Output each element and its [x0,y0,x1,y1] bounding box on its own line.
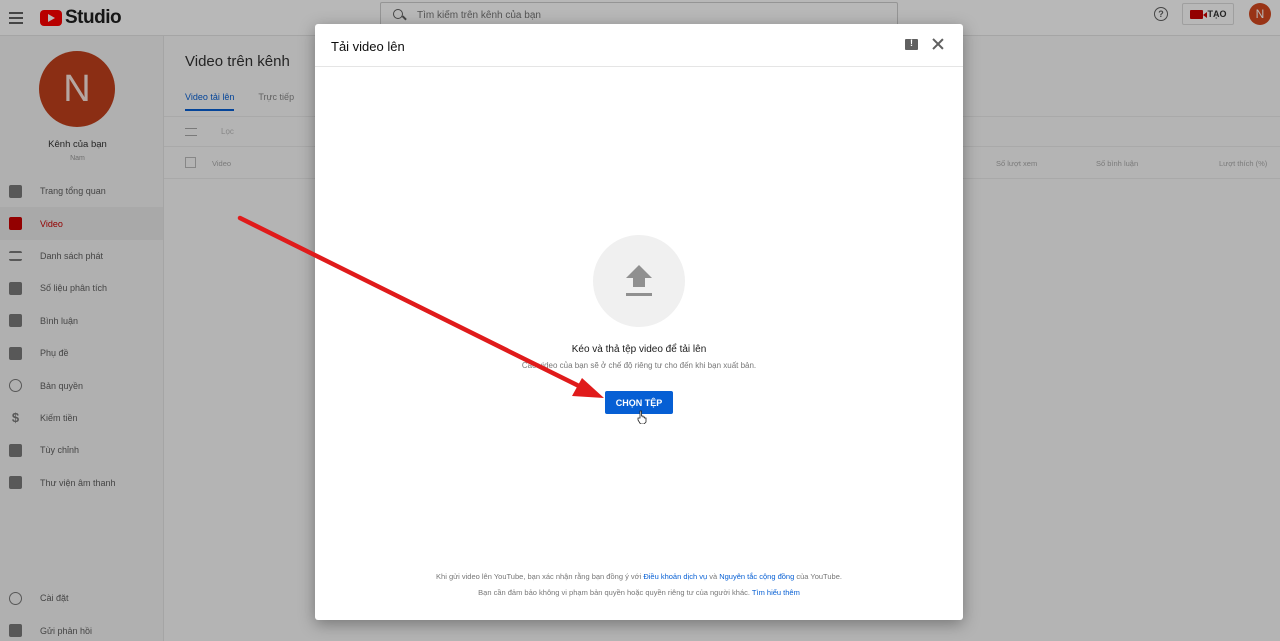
copyright-notice: Bạn cần đảm bảo không vi phạm bản quyền … [315,588,963,597]
terms-mid: và [707,572,720,581]
send-feedback-icon[interactable] [905,38,918,50]
upload-dialog: Tải video lên Kéo và thả tệp video để tả… [315,24,963,620]
learn-more-link[interactable]: Tìm hiểu thêm [752,588,800,597]
terms-notice: Khi gửi video lên YouTube, bạn xác nhận … [315,572,963,581]
hand-cursor-icon [637,410,647,424]
close-icon[interactable] [931,37,945,51]
terms-suffix: của YouTube. [794,572,842,581]
terms-prefix: Khi gửi video lên YouTube, bạn xác nhận … [436,572,644,581]
upload-arrow-stem [633,277,645,287]
dialog-header: Tải video lên [315,24,963,67]
community-guidelines-link[interactable]: Nguyên tắc cộng đồng [719,572,794,581]
dialog-title: Tải video lên [331,39,405,54]
drop-title: Kéo và thả tệp video để tải lên [571,344,707,355]
copyright-text: Bạn cần đảm bảo không vi phạm bản quyền … [478,588,752,597]
terms-of-service-link[interactable]: Điều khoản dịch vụ [643,572,707,581]
drop-subtitle: Các video của bạn sẽ ở chế độ riêng tư c… [521,361,757,370]
upload-dropzone[interactable] [593,235,685,327]
upload-base-line [626,293,652,296]
